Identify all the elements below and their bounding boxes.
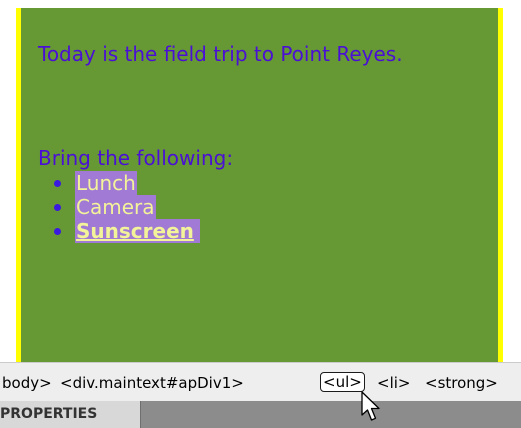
tab-properties[interactable]: PROPERTIES: [0, 401, 141, 428]
list-item[interactable]: Camera: [54, 195, 200, 219]
apdiv1-box[interactable]: Today is the field trip to Point Reyes. …: [16, 8, 503, 362]
list-item-text: Lunch: [75, 171, 137, 195]
tag-ul-selected[interactable]: <ul>: [320, 372, 365, 392]
tag-strong[interactable]: <strong>: [425, 374, 498, 392]
tag-selector-bar: body> <div.maintext#apDiv1> <ul> <li> <s…: [0, 362, 521, 401]
bullet-icon: [54, 228, 61, 235]
bullet-icon: [54, 180, 61, 187]
bring-paragraph[interactable]: Bring the following:: [38, 146, 233, 170]
tag-li[interactable]: <li>: [377, 374, 410, 392]
list-item[interactable]: Lunch: [54, 171, 200, 195]
bring-list[interactable]: Lunch Camera Sunscreen: [54, 171, 200, 243]
intro-paragraph[interactable]: Today is the field trip to Point Reyes.: [38, 42, 418, 66]
bullet-icon: [54, 204, 61, 211]
list-item[interactable]: Sunscreen: [54, 219, 200, 243]
tag-body[interactable]: body>: [2, 374, 52, 392]
maintext: Today is the field trip to Point Reyes. …: [38, 42, 418, 170]
list-item-strong-text: Sunscreen: [75, 219, 200, 243]
design-view: Today is the field trip to Point Reyes. …: [0, 0, 521, 362]
tag-div-maintext[interactable]: <div.maintext#apDiv1>: [60, 374, 244, 392]
properties-panel: PROPERTIES: [0, 401, 521, 428]
mouse-pointer-icon: [361, 391, 380, 421]
list-item-text: Camera: [75, 195, 156, 219]
